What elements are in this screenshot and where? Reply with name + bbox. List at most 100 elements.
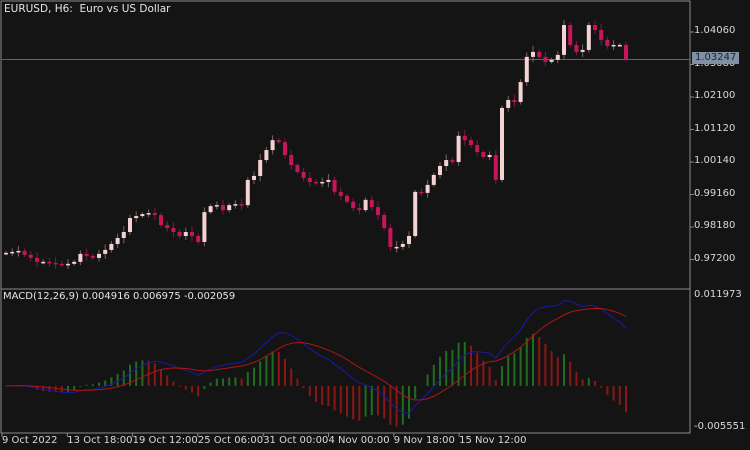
candle-bear (165, 225, 170, 229)
candle-bear (289, 155, 294, 166)
symbol-description: Euro vs US Dollar (79, 3, 171, 15)
candle-bull (580, 49, 585, 52)
candle-bull (78, 253, 83, 262)
candle-bear (512, 100, 517, 102)
candle-bull (555, 54, 560, 60)
x-tick-label: 9 Oct 2022 (2, 435, 58, 446)
candle-bear (295, 165, 300, 172)
x-tick-label: 31 Oct 00:00 (263, 435, 329, 446)
candle-bull (562, 25, 566, 55)
candle-bear (469, 140, 473, 146)
candle-bear (28, 254, 33, 258)
candle-bear (450, 160, 455, 163)
candle-bull (270, 140, 275, 151)
candle-bull (4, 252, 8, 255)
candle-bull (264, 150, 269, 161)
candle-bull (549, 59, 554, 62)
candle-bull (326, 179, 331, 182)
candle-bull (72, 261, 77, 264)
x-tick-label: 4 Nov 00:00 (328, 435, 390, 446)
candle-bull (208, 206, 213, 213)
candle-bull (245, 179, 250, 206)
candle-bull (506, 100, 511, 108)
candle-bull (611, 44, 616, 47)
x-tick-label: 9 Nov 18:00 (393, 435, 455, 446)
current-price-label: 1.03247 (692, 52, 740, 64)
y-tick-label: 1.02100 (694, 90, 736, 101)
macd-y-tick-label: -0.005551 (694, 421, 746, 432)
candle-bear (283, 142, 287, 156)
y-tick-label: 0.97200 (694, 252, 736, 264)
candle-bull (500, 107, 504, 180)
candle-bull (524, 56, 529, 83)
candle-bear (593, 25, 597, 31)
symbol-label: EURUSD, H6: (4, 3, 73, 15)
candle-bear (462, 135, 467, 141)
x-tick-label: 13 Oct 18:00 (67, 435, 133, 446)
candle-bull (320, 181, 325, 184)
candle-bear (493, 155, 498, 180)
candle-bull (134, 216, 139, 219)
candle-bull (394, 246, 399, 249)
candle-bull (518, 82, 523, 102)
candle-bear (605, 39, 610, 46)
candle-bear (177, 232, 182, 236)
candle-bear (332, 179, 337, 192)
candle-bear (369, 199, 374, 208)
chart-frame (0, 0, 694, 437)
y-tick-label: 1.00140 (694, 155, 736, 167)
macd-label: MACD(12,26,9) (3, 291, 79, 302)
candle-bull (363, 199, 368, 211)
candle-bear (190, 232, 194, 236)
candle-bull (183, 232, 188, 236)
candle-bull (487, 155, 492, 158)
candle-bull (617, 44, 622, 47)
candle-bear (221, 205, 225, 211)
candle-bear (35, 257, 39, 262)
signal-value: 0.006975 (133, 291, 181, 302)
candle-bear (382, 215, 387, 229)
candle-bull (128, 218, 132, 233)
candle-bull (252, 175, 256, 180)
candle-bear (152, 213, 157, 216)
candle-bull (115, 237, 120, 244)
candle-bull (407, 235, 411, 244)
candle-bear (351, 201, 356, 209)
candle-bear (376, 207, 380, 216)
candle-bear (171, 228, 176, 233)
chart-title: EURUSD, H6: Euro vs US Dollar (4, 3, 170, 15)
candle-bull (109, 243, 114, 250)
candle-bear (90, 255, 95, 258)
candle-bull (258, 160, 263, 176)
candle-bull (66, 263, 70, 266)
macd-title: MACD(12,26,9) 0.004916 0.006975 -0.00205… (3, 291, 235, 302)
candle-bear (307, 177, 312, 182)
candles (4, 19, 628, 270)
candle-bull (202, 212, 207, 242)
candle-bear (574, 44, 579, 52)
candle-bear (345, 195, 349, 202)
candle-bull (438, 166, 442, 175)
y-tick-label: 0.99160 (694, 187, 736, 199)
y-tick-label: 1.04060 (694, 25, 736, 36)
candle-bear (301, 171, 306, 178)
candle-bear (53, 262, 58, 265)
candle-bull (121, 232, 126, 238)
candle-bull (140, 214, 145, 217)
candle-bear (314, 181, 318, 184)
candle-bear (624, 44, 628, 59)
candle-bear (239, 204, 244, 206)
candle-bear (568, 25, 573, 45)
chart-canvas (0, 0, 694, 437)
candle-bull (227, 205, 232, 211)
histogram-value: -0.002059 (183, 291, 236, 302)
candle-bull (233, 204, 238, 206)
candle-bull (586, 25, 591, 50)
candle-bear (276, 140, 281, 143)
candle-bull (10, 251, 15, 254)
candle-bear (419, 191, 424, 194)
candle-bull (41, 261, 46, 264)
candle-bear (475, 145, 480, 153)
candle-bear (481, 152, 486, 158)
candle-bear (159, 215, 163, 226)
